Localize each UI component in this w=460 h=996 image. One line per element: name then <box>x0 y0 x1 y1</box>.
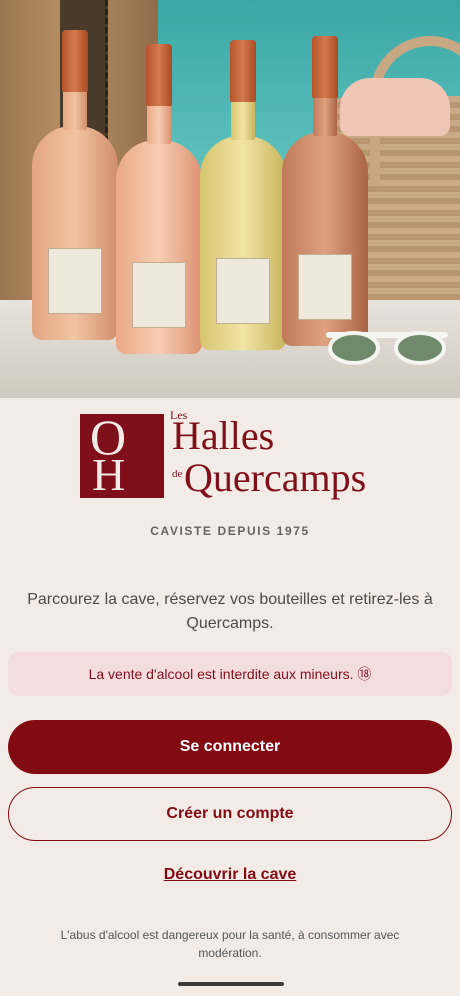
hero-image <box>0 0 460 398</box>
alcohol-disclaimer: L'abus d'alcool est dangereux pour la sa… <box>60 928 400 960</box>
home-indicator[interactable] <box>178 982 284 986</box>
age-warning-text: La vente d'alcool est interdite aux mine… <box>88 666 372 682</box>
sunglasses-icon <box>326 331 448 365</box>
discover-cellar-link[interactable]: Découvrir la cave <box>0 866 460 884</box>
wine-bottle <box>200 40 286 350</box>
brand-logo: O H Les Halles de Quercamps <box>80 408 390 508</box>
age-warning-banner: La vente d'alcool est interdite aux mine… <box>8 652 452 696</box>
login-button[interactable]: Se connecter <box>8 720 452 774</box>
wine-bottle <box>282 36 368 346</box>
wine-bottle <box>32 30 118 340</box>
logo-text-halles: Halles <box>172 413 275 458</box>
wine-bottle <box>116 44 202 354</box>
tagline: CAVISTE DEPUIS 1975 <box>150 524 310 538</box>
logo-text-de: de <box>172 468 183 480</box>
signup-button[interactable]: Créer un compte <box>8 787 452 841</box>
logo-text-quercamps: Quercamps <box>184 455 367 500</box>
intro-text: Parcourez la cave, réservez vos bouteill… <box>27 591 433 632</box>
logo-monogram: O H <box>80 412 164 498</box>
